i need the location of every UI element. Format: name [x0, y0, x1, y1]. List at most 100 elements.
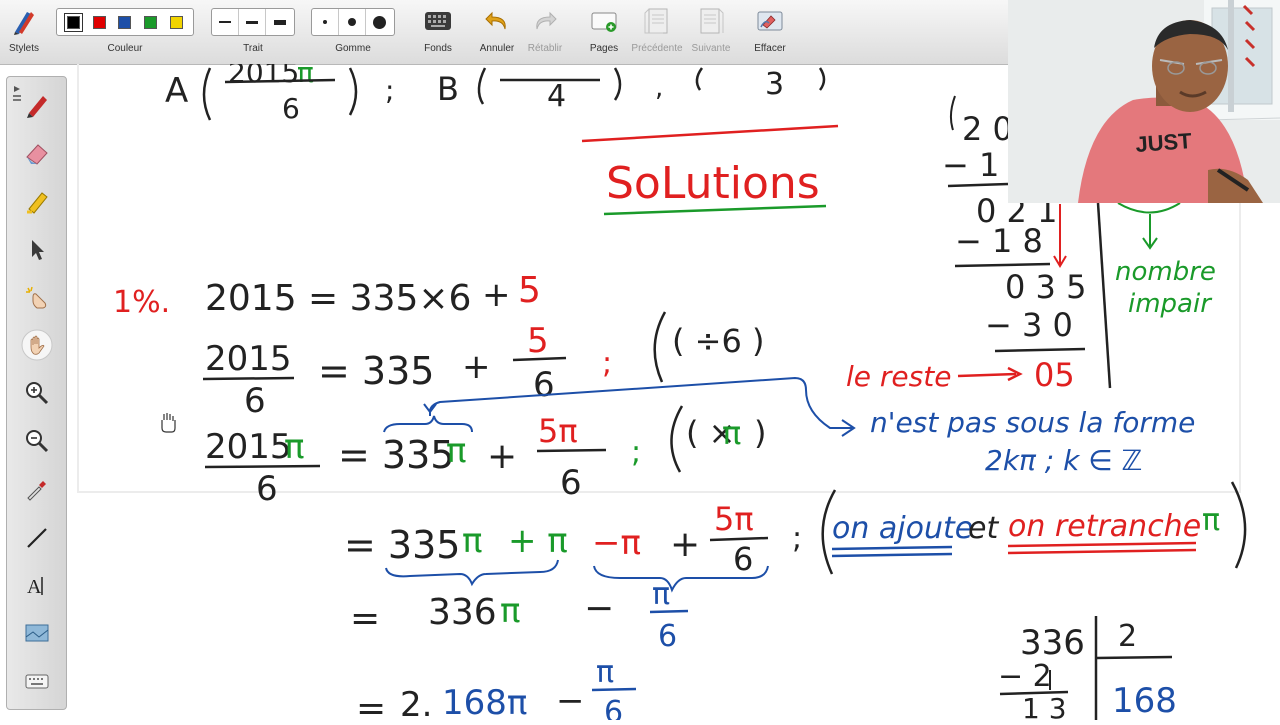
pen-icon [27, 96, 47, 118]
svg-text:+: + [670, 524, 700, 565]
svg-text:π: π [652, 577, 670, 612]
text-tool[interactable]: A [21, 569, 53, 601]
cursor-arrow-icon [32, 240, 44, 260]
svg-text:−: − [584, 588, 614, 629]
svg-text:et: et [968, 511, 999, 546]
svg-text:2015: 2015 [228, 64, 299, 89]
reste-value: 05 [1034, 356, 1075, 394]
previous-page-button[interactable] [642, 6, 672, 36]
clear-board-icon [757, 11, 783, 31]
eraser-large-button[interactable] [366, 9, 393, 35]
select-tool[interactable] [21, 233, 53, 265]
color-swatch-green[interactable] [144, 15, 158, 29]
eraser-tool[interactable] [21, 137, 53, 169]
effacer-button[interactable] [755, 6, 785, 36]
svg-text:;: ; [385, 74, 394, 107]
stylets-label: Stylets [8, 43, 40, 54]
line2-frac-num: 5 [527, 321, 549, 361]
line2-den: 6 [244, 381, 266, 421]
nombre-label: nombre [1115, 257, 1216, 287]
color-swatch-yellow[interactable] [169, 15, 183, 29]
line6-value: 168π [442, 683, 527, 720]
svg-text:− 2: − 2 [998, 659, 1052, 694]
line-icon [27, 528, 47, 548]
item-number: 1%. [113, 285, 170, 320]
line3-frac-den: 6 [560, 463, 582, 503]
line3-den: 6 [256, 469, 278, 509]
svg-text:π: π [596, 655, 614, 690]
svg-text:;: ; [792, 521, 802, 556]
note-on-ajoute: on ajoute [832, 511, 973, 546]
stylets-button[interactable] [9, 6, 39, 36]
stroke-thick-button[interactable] [266, 9, 293, 35]
annuler-label: Annuler [479, 43, 515, 54]
line2-sep: ; [602, 346, 612, 381]
stroke-thin-button[interactable] [212, 9, 239, 35]
zoom-out-tool[interactable] [21, 425, 53, 457]
redo-button[interactable] [530, 6, 560, 36]
zoom-out-icon [26, 430, 49, 453]
highlighter-tool[interactable] [21, 185, 53, 217]
next-page-button[interactable] [696, 6, 726, 36]
line2-op: ( ÷6 ) [672, 322, 764, 360]
fonds-label: Fonds [424, 43, 452, 54]
svg-text:336: 336 [1020, 623, 1085, 663]
annotation-2kpi: 2kπ ; k ∈ ℤ [985, 444, 1142, 477]
undo-button[interactable] [482, 6, 512, 36]
couleur-label: Couleur [107, 43, 143, 54]
eraser-medium-button[interactable] [339, 9, 366, 35]
add-page-icon [591, 12, 617, 32]
color-picker-tool[interactable] [21, 473, 53, 505]
eraser-small-button[interactable] [312, 9, 339, 35]
svg-text:6: 6 [282, 92, 300, 125]
svg-text:− 1 8: − 1 8 [955, 222, 1043, 260]
magic-hand-icon [26, 286, 47, 309]
svg-text:0 3 5: 0 3 5 [1005, 268, 1086, 306]
color-swatch-blue[interactable] [118, 15, 132, 29]
keyboard-tool[interactable] [21, 665, 53, 697]
stroke-medium-button[interactable] [239, 9, 266, 35]
line-tool[interactable] [21, 521, 53, 553]
svg-text:π: π [500, 591, 520, 631]
line3-num: 2015 [205, 427, 292, 467]
svg-text:π: π [1202, 503, 1220, 538]
precedente-label: Précédente [631, 43, 683, 54]
gomme-label: Gomme [335, 43, 371, 54]
color-palette [56, 8, 194, 36]
pencils-icon [14, 12, 34, 35]
previous-page-icon [644, 8, 668, 34]
pages-label: Pages [589, 43, 619, 54]
zoom-in-tool[interactable] [21, 377, 53, 409]
line1-rest: 5 [518, 270, 541, 311]
text-icon: A [27, 576, 43, 598]
svg-text:π: π [297, 64, 314, 89]
keyboard-icon [25, 674, 49, 689]
redo-icon [536, 11, 557, 30]
line2-num: 2015 [205, 339, 292, 379]
svg-text:): ) [754, 414, 766, 452]
svg-text:2: 2 [1118, 619, 1137, 654]
fonds-button[interactable] [423, 6, 453, 36]
hand-tool[interactable] [21, 329, 53, 361]
color-swatch-black[interactable] [64, 12, 84, 32]
pen-tool[interactable] [21, 89, 53, 121]
annotation-not-form: n'est pas sous la forme [870, 406, 1195, 439]
magic-hand-tool[interactable] [21, 281, 53, 313]
svg-text:3: 3 [765, 67, 784, 102]
svg-text:,: , [655, 73, 663, 103]
line1-plus: + [482, 275, 511, 315]
eraser-size-group [311, 8, 395, 36]
keyboard-background-icon [425, 12, 451, 30]
screen-capture-tool[interactable] [21, 617, 53, 649]
svg-text:π: π [462, 521, 482, 561]
tools-sidebar: A [6, 76, 67, 710]
color-swatch-red[interactable] [92, 15, 106, 29]
svg-text:=: = [350, 598, 380, 639]
line3-pi: π [284, 427, 304, 467]
trait-label: Trait [243, 43, 263, 54]
impair-label: impair [1128, 289, 1213, 319]
svg-text:=: = [356, 688, 386, 720]
svg-text:π: π [446, 431, 466, 471]
pages-button[interactable] [589, 6, 619, 36]
line3-sep: ; [631, 435, 641, 470]
